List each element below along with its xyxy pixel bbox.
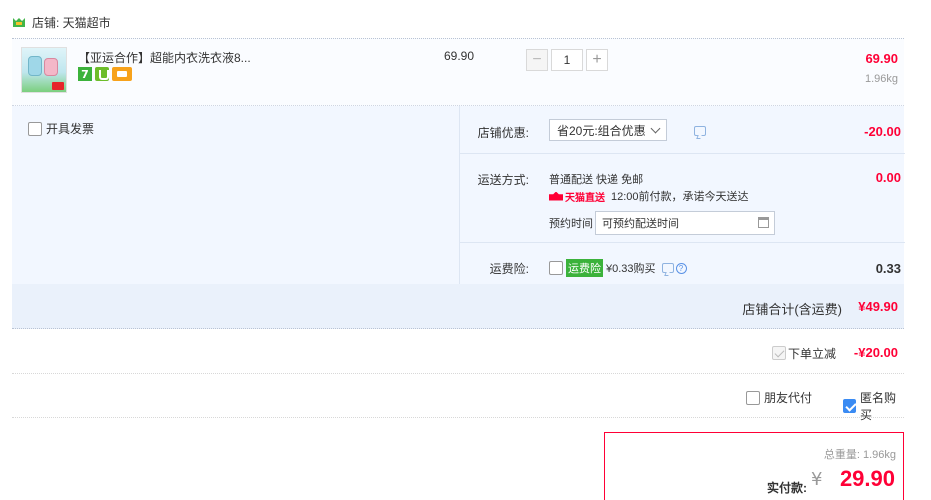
shipping-section: 运送方式: 普通配送 快递 免邮 天猫直送 12:00前付款，承诺今天送达 预约… <box>460 154 905 243</box>
payment-options-row: 朋友代付 匿名购买 <box>12 374 904 422</box>
shop-discount-selected: 省20元:组合优惠 <box>557 123 646 138</box>
quantity-decrease-button[interactable]: − <box>526 49 548 71</box>
unit-price: 69.90 <box>444 49 475 63</box>
shop-name[interactable]: 店铺: 天猫超市 <box>32 14 111 31</box>
order-detail-panel: 店铺优惠: 省20元:组合优惠 -20.00 运送方式: 普通配送 快递 免邮 … <box>459 106 905 284</box>
payment-label: 实付款: <box>767 481 807 495</box>
shop-subtotal-label: 店铺合计(含运费) <box>742 302 842 317</box>
total-weight: 总重量: 1.96kg <box>823 449 896 461</box>
shipping-method: 普通配送 快递 免邮 <box>549 174 644 186</box>
quantity-increase-button[interactable]: + <box>586 49 608 71</box>
shop-discount-label: 店铺优惠: <box>477 126 529 140</box>
shop-discount-section: 店铺优惠: 省20元:组合优惠 -20.00 <box>460 106 905 154</box>
shop-discount-select[interactable]: 省20元:组合优惠 <box>549 119 667 141</box>
shop-subtotal-amount: ¥49.90 <box>858 299 898 314</box>
tmall-shop-icon <box>13 18 25 27</box>
delivery-promise-text: 12:00前付款，承诺今天送达 <box>611 191 749 203</box>
seven-day-return-icon[interactable]: 7 <box>78 67 92 81</box>
order-options-panel: 开具发票 店铺优惠: 省20元:组合优惠 -20.00 运送方式: 普通配送 快… <box>12 106 905 284</box>
anonymous-purchase-option[interactable]: 匿名购买 <box>843 389 904 423</box>
friend-pay-label: 朋友代付 <box>764 391 813 405</box>
invoice-option[interactable]: 开具发票 <box>28 120 94 137</box>
shop-discount-amount: -20.00 <box>864 124 901 139</box>
insurance-label: 运费险: <box>489 262 529 276</box>
friend-pay-checkbox[interactable] <box>746 390 760 405</box>
delivery-promise: 天猫直送 12:00前付款，承诺今天送达 <box>549 188 749 204</box>
order-discount-checkbox <box>772 346 786 360</box>
shipping-amount: 0.00 <box>875 170 901 185</box>
payment-amount: 29.90 <box>839 466 895 491</box>
schedule-time-picker[interactable]: 可预约配送时间 <box>595 211 775 235</box>
order-discount-label: 下单立减 <box>787 347 836 361</box>
item-weight: 1.96kg <box>864 73 898 85</box>
help-icon[interactable]: ? <box>675 262 687 274</box>
insurance-checkbox[interactable] <box>549 261 563 275</box>
anonymous-purchase-label: 匿名购买 <box>860 391 897 422</box>
invoice-label: 开具发票 <box>46 122 95 136</box>
product-badges: 7 <box>78 67 132 81</box>
calendar-icon <box>758 217 769 228</box>
guarantee-icon[interactable] <box>95 67 109 81</box>
insurance-option[interactable]: 运费险 ¥0.33购买 ? <box>549 259 687 277</box>
quantity-input[interactable] <box>551 49 583 71</box>
product-thumbnail[interactable] <box>21 47 67 93</box>
shop-header: 店铺: 天猫超市 <box>12 12 111 32</box>
quantity-stepper: − + <box>526 49 608 71</box>
friend-pay-option[interactable]: 朋友代付 <box>746 389 812 406</box>
message-icon[interactable] <box>694 126 706 136</box>
insurance-price: ¥0.33购买 <box>606 263 656 275</box>
anonymous-purchase-checkbox[interactable] <box>843 399 856 413</box>
tmall-direct-icon: 天猫直送 <box>549 189 605 204</box>
invoice-checkbox[interactable] <box>28 121 42 136</box>
item-line-total: 69.90 <box>865 51 898 66</box>
shop-subtotal-row: 店铺合计(含运费) ¥49.90 <box>12 284 904 329</box>
order-discount-row: 下单立减 -¥20.00 <box>12 330 904 374</box>
schedule-label: 预约时间 <box>549 218 593 230</box>
message-icon[interactable] <box>661 263 674 273</box>
product-title[interactable]: 【亚运合作】超能内衣洗衣液8... <box>78 49 251 66</box>
insurance-badge: 运费险 <box>566 259 603 277</box>
insurance-amount: 0.33 <box>875 261 901 276</box>
card-payment-icon[interactable] <box>112 67 132 81</box>
shipping-label: 运送方式: <box>477 173 529 187</box>
currency-symbol: ¥ <box>811 469 823 490</box>
order-discount-amount: -¥20.00 <box>853 345 898 360</box>
schedule-time-value: 可预约配送时间 <box>602 218 679 230</box>
shipping-insurance-section: 运费险: 运费险 ¥0.33购买 ? 0.33 <box>460 243 905 284</box>
payment-summary-box: 总重量: 1.96kg 实付款: ¥ 29.90 <box>604 432 904 500</box>
cart-item-row: 【亚运合作】超能内衣洗衣液8... 7 69.90 − + 69.90 1.96… <box>12 38 904 106</box>
chevron-down-icon <box>650 123 661 134</box>
